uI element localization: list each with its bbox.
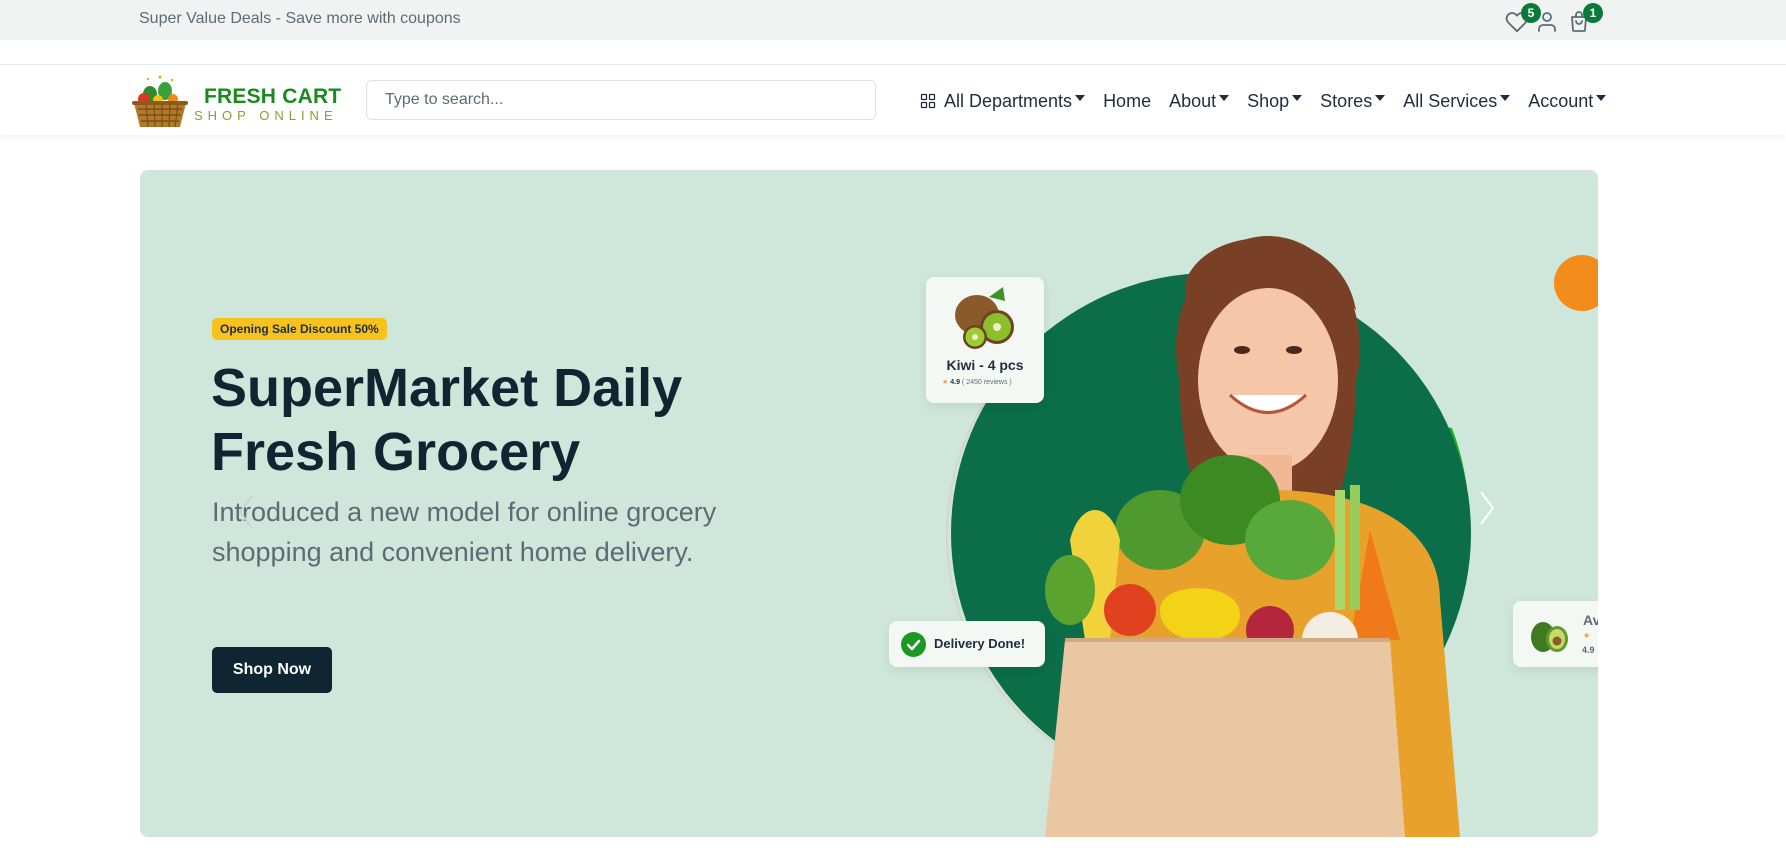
avocado-title: Av: [1583, 612, 1598, 628]
star-icon: ★: [942, 379, 949, 386]
caret-down-icon: [1500, 95, 1511, 101]
promo-text: Super Value Deals - Save more with coupo…: [139, 10, 461, 27]
delivery-status-card: Delivery Done!: [889, 621, 1045, 667]
hero-banner: Opening Sale Discount 50% SuperMarket Da…: [140, 170, 1598, 837]
nav-label: Home: [1103, 90, 1152, 111]
nav-all-departments[interactable]: All Departments: [920, 90, 1086, 112]
nav-home[interactable]: Home: [1103, 91, 1151, 112]
check-circle-icon: [901, 632, 926, 657]
shop-now-button[interactable]: Shop Now: [212, 647, 332, 693]
kiwi-rating: ★ 4.9 ( 2450 reviews ): [942, 378, 1012, 386]
grid-icon: [920, 93, 936, 109]
basket-logo-icon: [132, 75, 188, 128]
logo-subtitle: SHOP ONLINE: [194, 108, 338, 123]
delivery-text: Delivery Done!: [934, 636, 1026, 651]
caret-down-icon: [1075, 95, 1086, 101]
review-count: ( 2450 reviews ): [961, 379, 1012, 386]
wishlist-button[interactable]: 5: [1505, 3, 1541, 34]
nav-label: Shop: [1247, 90, 1290, 111]
main-navbar: FRESH CART SHOP ONLINE All Departments H…: [0, 65, 1786, 135]
nav-stores[interactable]: Stores: [1320, 90, 1386, 112]
nav-label: About: [1169, 90, 1217, 111]
nav-shop[interactable]: Shop: [1247, 90, 1303, 112]
kiwi-image: [955, 287, 1014, 349]
caret-down-icon: [1375, 95, 1386, 101]
sale-badge: Opening Sale Discount 50%: [212, 318, 387, 340]
search-input[interactable]: [366, 80, 876, 120]
logo-title: FRESH CART: [204, 85, 342, 108]
user-icon: [1538, 12, 1556, 32]
hero-title: SuperMarket Daily Fresh Grocery: [211, 358, 683, 482]
nav-label: All Departments: [944, 90, 1073, 111]
chevron-left-icon[interactable]: [236, 492, 256, 532]
cart-count-badge: 1: [1583, 3, 1603, 23]
rating-value: 4.9: [1582, 645, 1595, 655]
caret-down-icon: [1292, 95, 1303, 101]
nav-menu: All Departments Home About Shop Stores A…: [920, 89, 1624, 113]
star-icon: ★: [1583, 631, 1591, 640]
avocado-image: [1531, 622, 1568, 652]
nav-about[interactable]: About: [1169, 90, 1230, 112]
nav-account[interactable]: Account: [1528, 90, 1607, 112]
logo[interactable]: FRESH CART SHOP ONLINE: [120, 67, 350, 131]
nav-label: All Services: [1403, 90, 1498, 111]
kiwi-product-card[interactable]: Kiwi - 4 pcs ★ 4.9 ( 2450 reviews ): [926, 277, 1044, 403]
hero-description: Introduced a new model for online grocer…: [212, 497, 717, 567]
nav-all-services[interactable]: All Services: [1403, 90, 1511, 112]
caret-down-icon: [1219, 95, 1230, 101]
cart-button[interactable]: 1: [1567, 3, 1603, 34]
top-icon-group: 5 1: [1495, 3, 1603, 38]
nav-label: Stores: [1320, 90, 1373, 111]
rating-value: 4.9: [950, 379, 960, 386]
chevron-right-icon[interactable]: [1477, 488, 1497, 528]
avocado-product-card[interactable]: Av ★ 4.9: [1513, 601, 1598, 667]
account-button[interactable]: [1535, 10, 1559, 34]
nav-label: Account: [1528, 90, 1594, 111]
caret-down-icon: [1596, 95, 1607, 101]
top-promo-bar: Super Value Deals - Save more with coupo…: [0, 0, 1786, 40]
kiwi-title: Kiwi - 4 pcs: [946, 357, 1024, 373]
